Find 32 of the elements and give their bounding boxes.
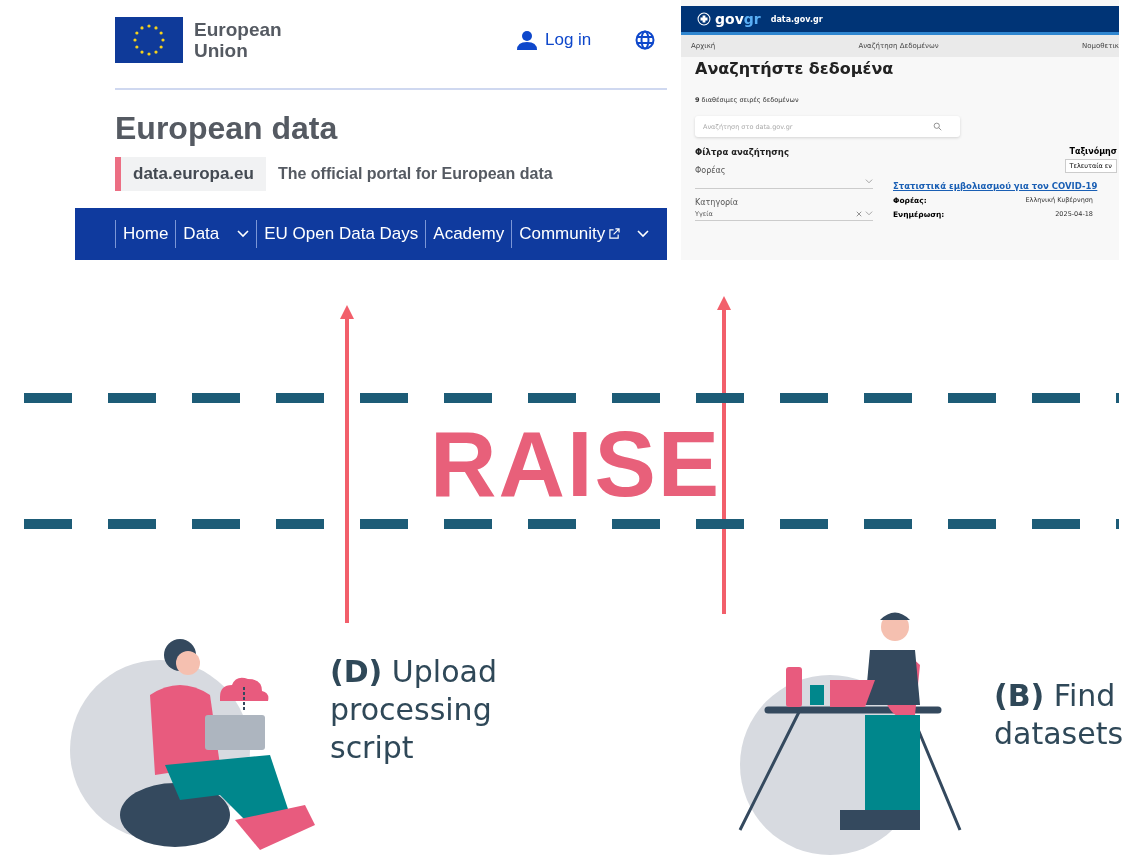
- filter-label: Φορέας: [695, 166, 727, 175]
- tagline: The official portal for European data: [277, 164, 553, 183]
- logo-text: European Union: [194, 19, 283, 61]
- user-icon: [517, 30, 537, 50]
- site-title: European data: [115, 109, 339, 147]
- login-link[interactable]: Log in: [545, 30, 592, 50]
- external-link-icon: [609, 228, 621, 240]
- dataset-link[interactable]: Στατιστικά εμβολιασμού για τον COVID-19: [893, 181, 1119, 191]
- brand-logo: govgr: [715, 11, 761, 27]
- chevron-icon: [237, 229, 250, 238]
- sort-label: Ταξινόμησ: [1069, 147, 1117, 156]
- filter-label: Κατηγορία: [695, 198, 740, 207]
- chevron-icon[interactable]: [637, 229, 650, 238]
- globe-icon[interactable]: [635, 30, 656, 50]
- nav-item[interactable]: Community: [511, 219, 628, 248]
- page-title: Αναζητήστε δεδομένα: [695, 59, 895, 78]
- step-caption: (D) Upload processing script: [330, 653, 498, 767]
- clear-icon[interactable]: [856, 210, 862, 217]
- chevron-icon: [865, 211, 873, 216]
- site-name: data.europa.eu: [115, 156, 266, 191]
- eu-flag-icon: [115, 17, 183, 63]
- filters-heading: Φίλτρα αναζήτησης: [695, 147, 790, 157]
- nav-item[interactable]: Home: [115, 219, 176, 248]
- search-icon: [933, 122, 942, 131]
- banner-title: RAISE: [430, 412, 722, 517]
- nav-item[interactable]: Academy: [425, 219, 512, 248]
- site-name: data.gov.gr: [770, 14, 823, 24]
- nav-item[interactable]: Data: [175, 219, 257, 248]
- chevron-icon: [865, 179, 873, 184]
- emblem-icon: [697, 12, 711, 26]
- nav-item[interactable]: EU Open Data Days: [256, 219, 426, 248]
- step-caption: (B) Find datasets: [994, 677, 1124, 753]
